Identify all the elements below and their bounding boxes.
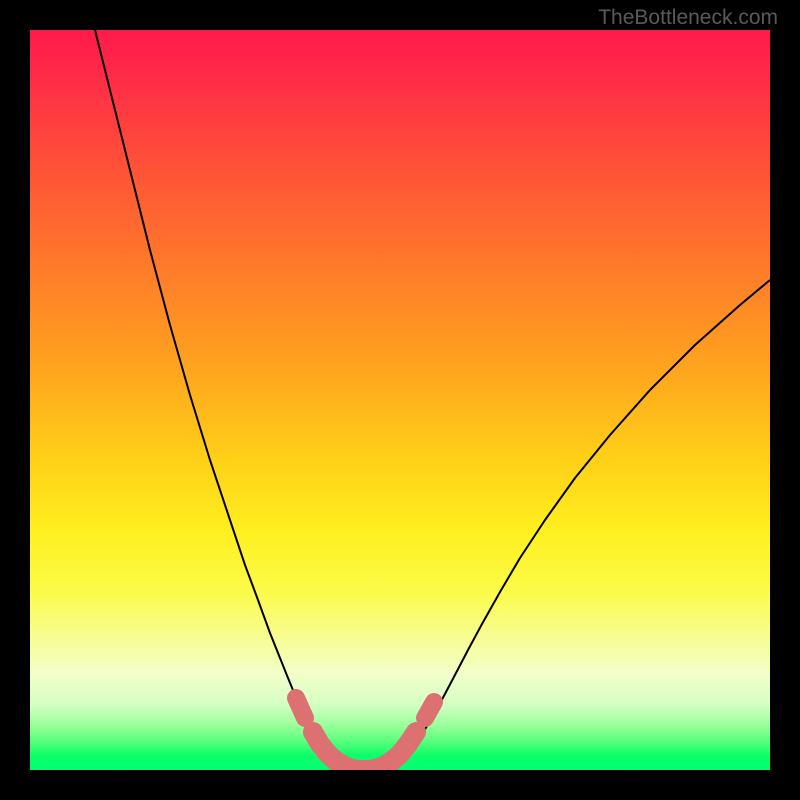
- chart-svg: [30, 30, 770, 770]
- chart-plot-area: [30, 30, 770, 770]
- watermark-text: TheBottleneck.com: [598, 6, 778, 30]
- series-left-marker: [296, 698, 305, 718]
- series-right-marker: [425, 702, 434, 718]
- series-main-curve: [95, 30, 770, 770]
- series-valley-thick: [313, 732, 416, 770]
- chart-series-group: [95, 30, 770, 770]
